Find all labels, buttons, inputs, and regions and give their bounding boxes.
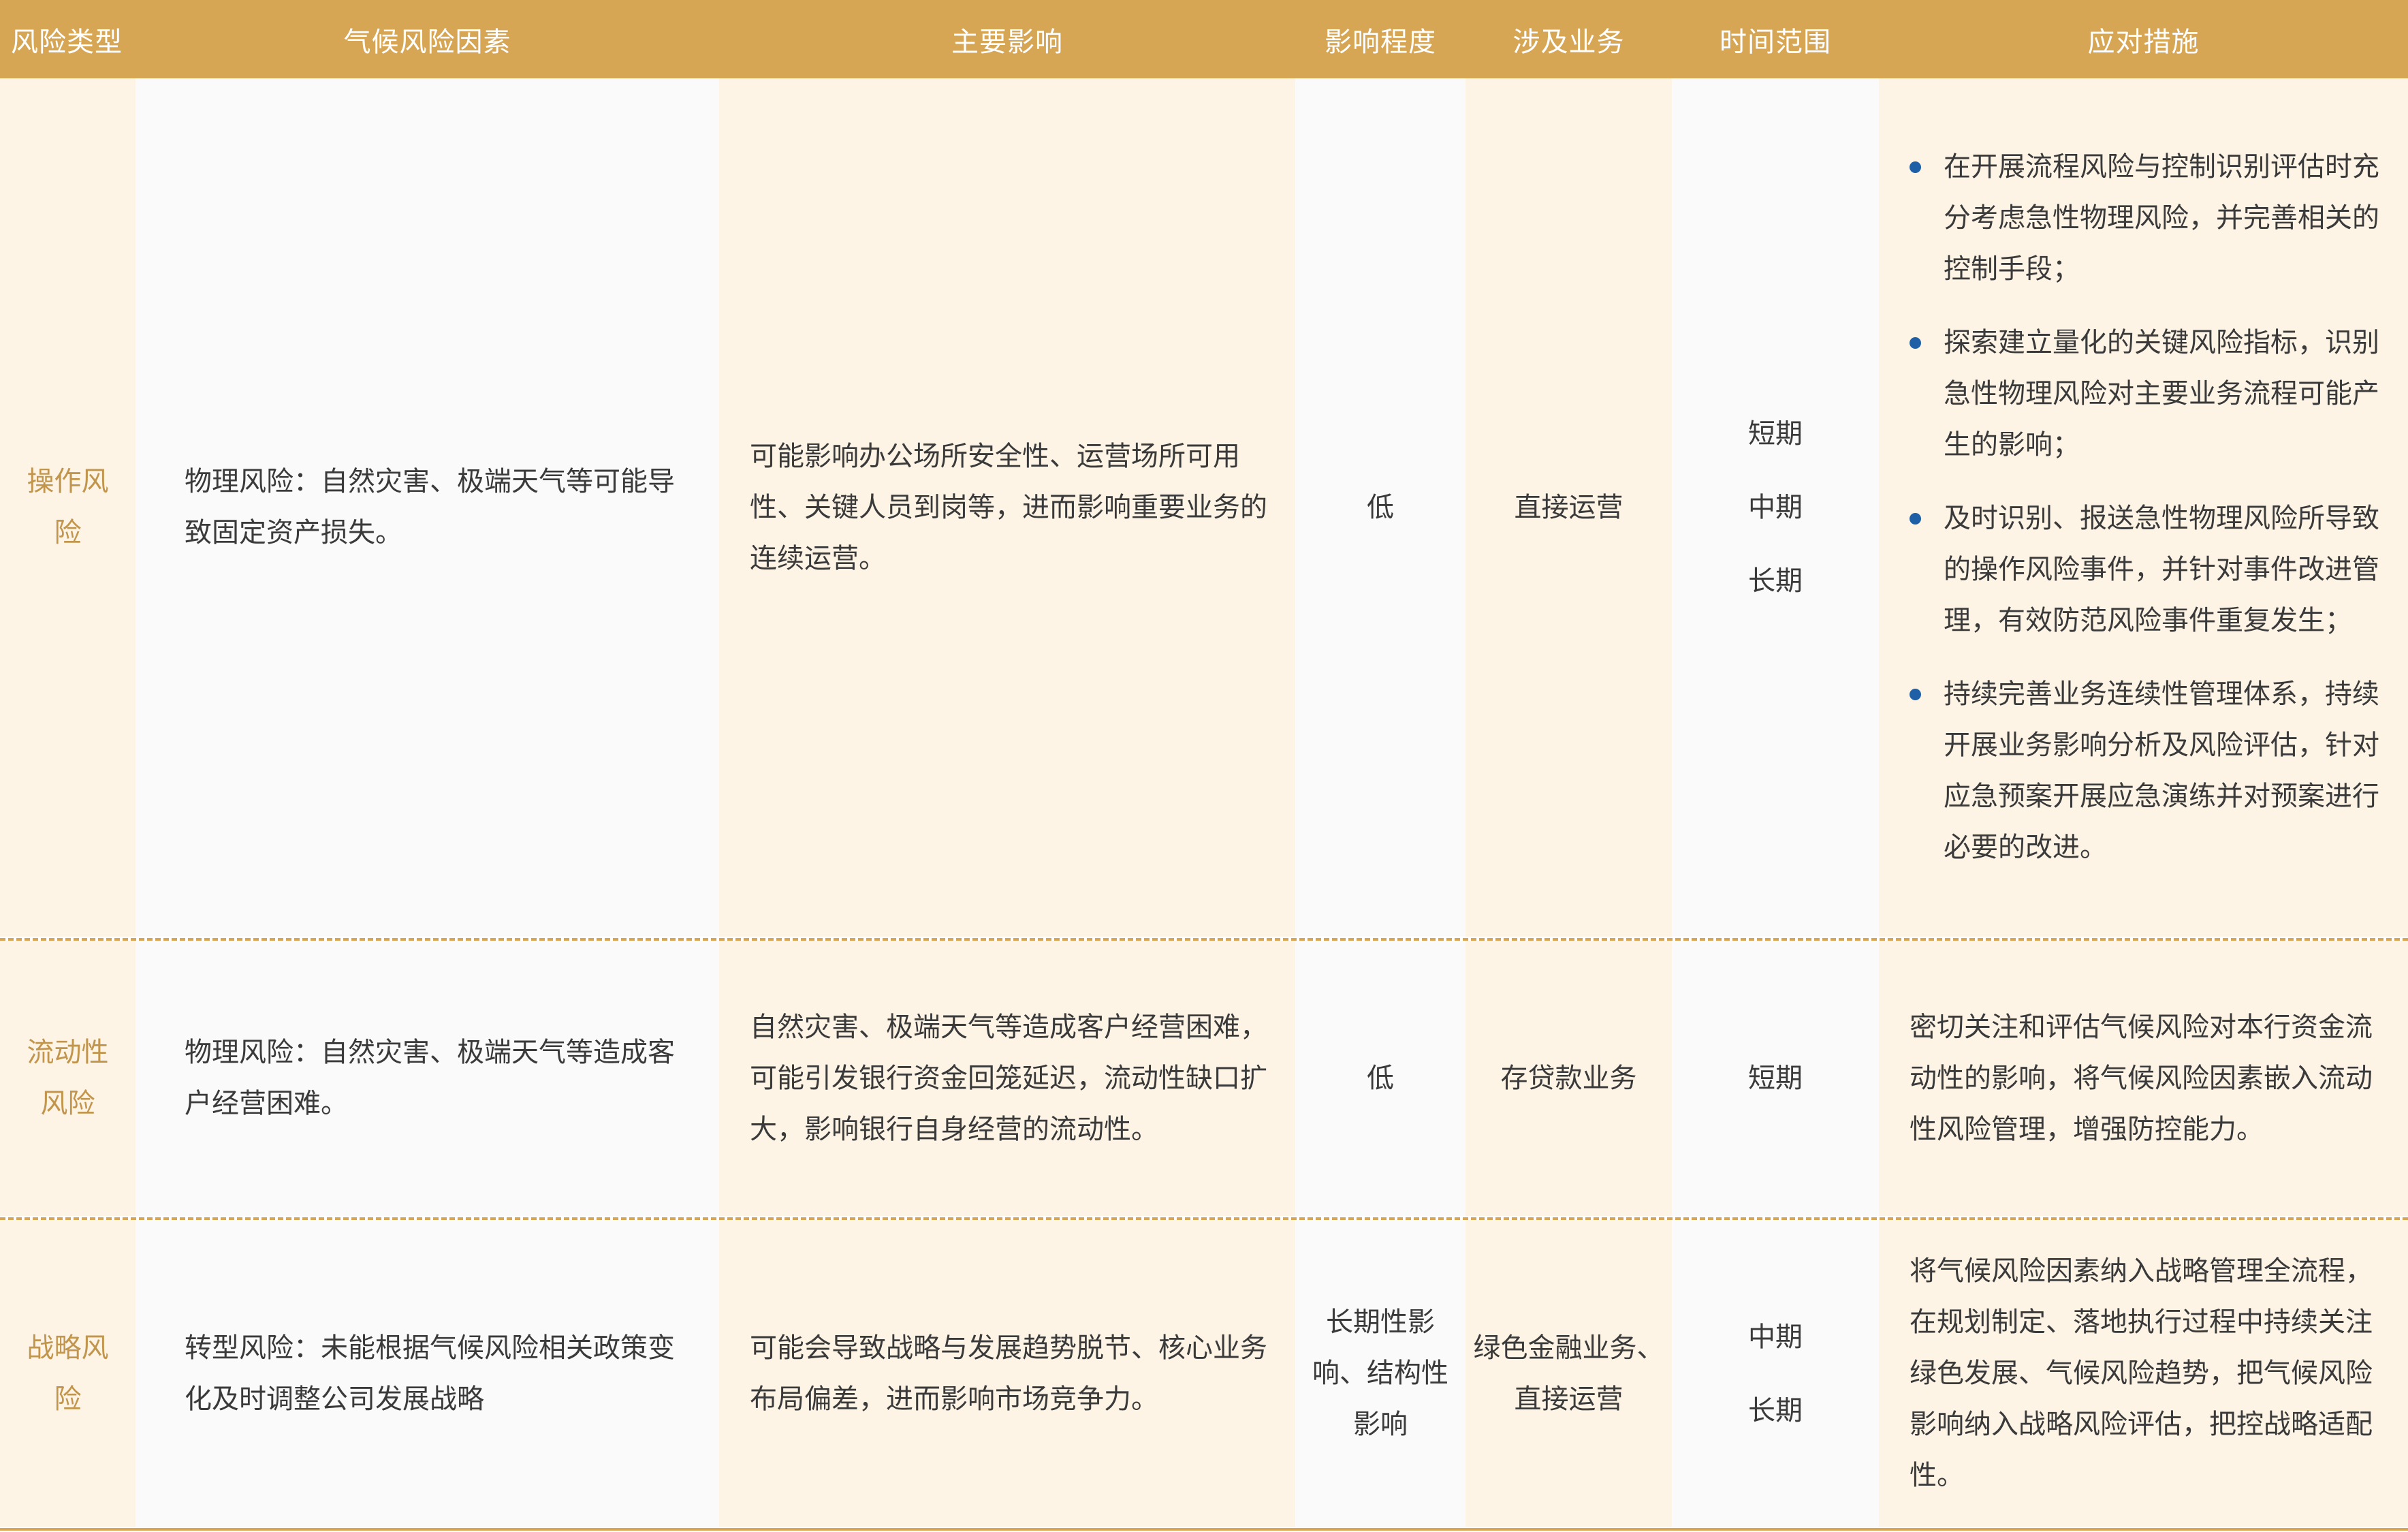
measure-item: 在开展流程风险与控制识别评估时充分考虑急性物理风险，并完善相关的控制手段； (1910, 142, 2381, 295)
business-cell: 直接运营 (1466, 78, 1672, 937)
impact-cell: 可能影响办公场所安全性、运营场所可用性、关键人员到岗等，进而影响重要业务的连续运… (719, 78, 1295, 937)
table-row: 流动性风险 物理风险：自然灾害、极端天气等造成客户经营困难。 自然灾害、极端天气… (0, 941, 2408, 1216)
header-measures: 应对措施 (2087, 26, 2200, 58)
time-long: 长期 (1748, 1394, 1803, 1426)
risk-type-cell: 流动性风险 (0, 941, 136, 1216)
time-medium: 中期 (1748, 1321, 1803, 1353)
level-text: 长期性影响、结构性影响 (1312, 1307, 1448, 1440)
time-long: 长期 (1748, 565, 1803, 597)
level-cell: 低 (1295, 78, 1466, 937)
climate-risk-table: 风险类型 气候风险因素 主要影响 影响程度 涉及业务 时间范围 应对措施 操作风… (0, 0, 2408, 1532)
time-cell: 短期 中期 长期 (1672, 78, 1879, 937)
risk-type-label: 操作风险 (27, 466, 109, 548)
measure-item: 及时识别、报送急性物理风险所导致的操作风险事件，并针对事件改进管理，有效防范风险… (1910, 493, 2381, 646)
business-text: 绿色金融业务、直接运营 (1473, 1332, 1664, 1415)
business-cell: 存贷款业务 (1466, 941, 1672, 1216)
impact-text: 可能会导致战略与发展趋势脱节、核心业务布局偏差，进而影响市场竞争力。 (750, 1332, 1267, 1415)
risk-type-label: 战略风险 (27, 1332, 109, 1415)
measures-text: 将气候风险因素纳入战略管理全流程，在规划制定、落地执行过程中持续关注绿色发展、气… (1910, 1255, 2373, 1491)
header-business: 涉及业务 (1512, 26, 1625, 58)
header-risk-type: 风险类型 (11, 26, 123, 58)
factor-cell: 物理风险：自然灾害、极端天气等造成客户经营困难。 (136, 941, 719, 1216)
bullet-dot-icon (1910, 337, 1921, 349)
measures-list: 在开展流程风险与控制识别评估时充分考虑急性物理风险，并完善相关的控制手段； 探索… (1910, 142, 2381, 873)
header-time-range: 时间范围 (1720, 26, 1831, 58)
time-short: 短期 (1748, 1062, 1803, 1094)
business-text: 直接运营 (1514, 491, 1623, 523)
time-medium: 中期 (1748, 492, 1803, 523)
measures-cell: 密切关注和评估气候风险对本行资金流动性的影响，将气候风险因素嵌入流动性风险管理，… (1879, 941, 2408, 1216)
measures-cell: 在开展流程风险与控制识别评估时充分考虑急性物理风险，并完善相关的控制手段； 探索… (1879, 78, 2408, 937)
header-impact-level: 影响程度 (1325, 26, 1436, 58)
measure-item: 持续完善业务连续性管理体系，持续开展业务影响分析及风险评估，针对应急预案开展应急… (1910, 669, 2381, 873)
impact-cell: 可能会导致战略与发展趋势脱节、核心业务布局偏差，进而影响市场竞争力。 (719, 1220, 1295, 1527)
table-header: 风险类型 气候风险因素 主要影响 影响程度 涉及业务 时间范围 应对措施 (0, 0, 2408, 78)
table-row: 操作风险 物理风险：自然灾害、极端天气等可能导致固定资产损失。 可能影响办公场所… (0, 78, 2408, 937)
business-cell: 绿色金融业务、直接运营 (1466, 1220, 1672, 1527)
header-main-impact: 主要影响 (951, 26, 1063, 58)
bullet-dot-icon (1910, 513, 1921, 525)
business-text: 存贷款业务 (1500, 1062, 1637, 1094)
header-climate-factor: 气候风险因素 (343, 26, 511, 58)
table-row: 战略风险 转型风险：未能根据气候风险相关政策变化及时调整公司发展战略 可能会导致… (0, 1220, 2408, 1527)
impact-cell: 自然灾害、极端天气等造成客户经营困难，可能引发银行资金回笼延迟，流动性缺口扩大，… (719, 941, 1295, 1216)
level-cell: 长期性影响、结构性影响 (1295, 1220, 1466, 1527)
time-cell: 中期 长期 (1672, 1220, 1879, 1527)
level-text: 低 (1367, 491, 1394, 523)
level-text: 低 (1367, 1062, 1394, 1094)
level-cell: 低 (1295, 941, 1466, 1216)
factor-text: 转型风险：未能根据气候风险相关政策变化及时调整公司发展战略 (185, 1332, 675, 1415)
measures-text: 密切关注和评估气候风险对本行资金流动性的影响，将气候风险因素嵌入流动性风险管理，… (1910, 1011, 2373, 1145)
impact-text: 自然灾害、极端天气等造成客户经营困难，可能引发银行资金回笼延迟，流动性缺口扩大，… (750, 1011, 1267, 1145)
risk-type-cell: 操作风险 (0, 78, 136, 937)
factor-text: 物理风险：自然灾害、极端天气等造成客户经营困难。 (185, 1037, 675, 1119)
bullet-dot-icon (1910, 161, 1921, 173)
factor-cell: 物理风险：自然灾害、极端天气等可能导致固定资产损失。 (136, 78, 719, 937)
time-cell: 短期 (1672, 941, 1879, 1216)
risk-type-label: 流动性风险 (27, 1037, 109, 1119)
factor-text: 物理风险：自然灾害、极端天气等可能导致固定资产损失。 (185, 466, 675, 548)
time-short: 短期 (1748, 418, 1803, 450)
measures-cell: 将气候风险因素纳入战略管理全流程，在规划制定、落地执行过程中持续关注绿色发展、气… (1879, 1220, 2408, 1527)
risk-type-cell: 战略风险 (0, 1220, 136, 1527)
impact-text: 可能影响办公场所安全性、运营场所可用性、关键人员到岗等，进而影响重要业务的连续运… (750, 440, 1267, 574)
table-bottom-border (0, 1528, 2408, 1531)
factor-cell: 转型风险：未能根据气候风险相关政策变化及时调整公司发展战略 (136, 1220, 719, 1527)
measure-item: 探索建立量化的关键风险指标，识别急性物理风险对主要业务流程可能产生的影响； (1910, 317, 2381, 471)
bullet-dot-icon (1910, 689, 1921, 700)
